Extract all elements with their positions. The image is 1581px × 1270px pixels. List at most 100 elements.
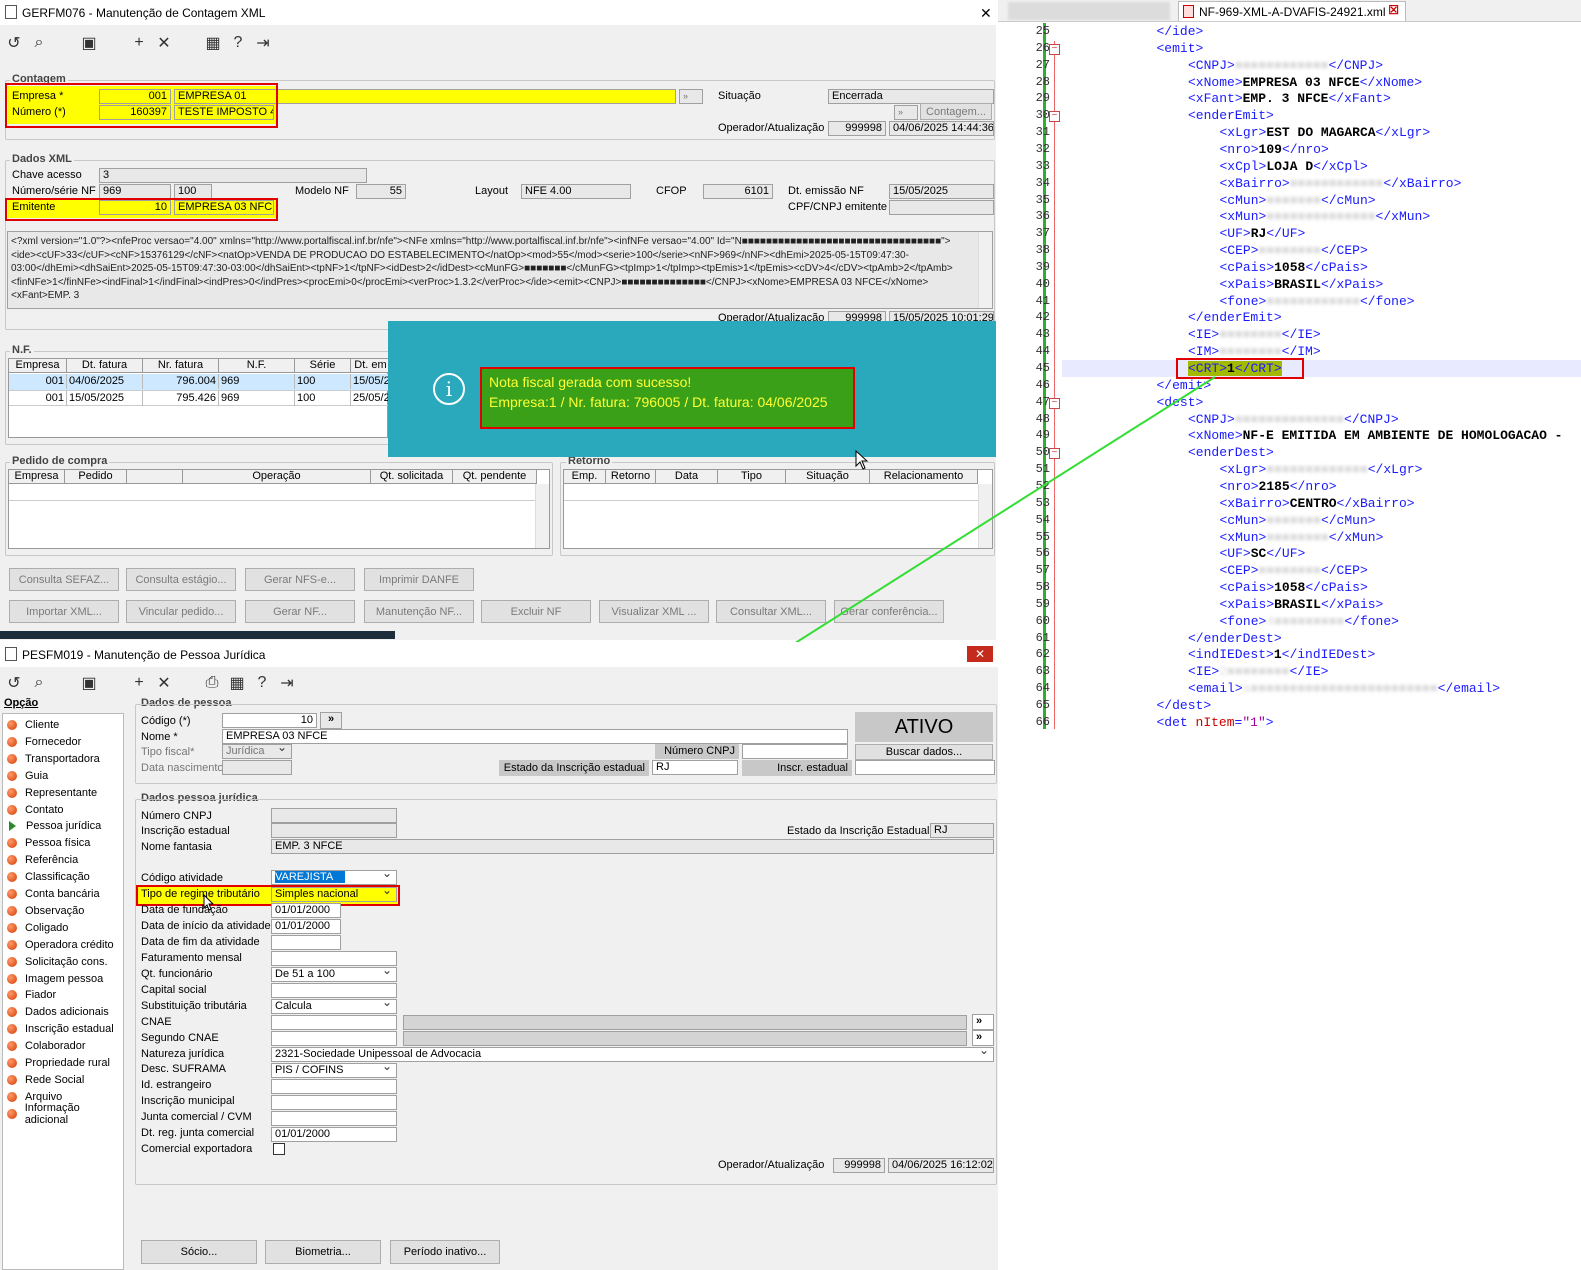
table-row[interactable]: 001 15/05/2025 795.426 969 100 25/05/2 xyxy=(9,390,391,406)
sidebar-item[interactable]: Transportadora xyxy=(7,751,100,767)
pedido-col-pedido[interactable]: Pedido xyxy=(65,470,127,484)
dt-junta-field[interactable]: 01/01/2000 xyxy=(271,1127,397,1142)
sidebar-item[interactable]: Pessoa jurídica xyxy=(7,818,101,834)
gerar-conferencia-button[interactable]: Gerar conferência... xyxy=(834,600,944,623)
nf-col-dtfatura[interactable]: Dt. fatura xyxy=(67,359,143,373)
data-fim-field[interactable] xyxy=(271,935,341,950)
undo-icon[interactable]: ↺ xyxy=(3,32,25,54)
retorno-scrollbar[interactable] xyxy=(978,484,992,548)
comercial-exp-checkbox[interactable] xyxy=(273,1143,285,1155)
help-icon[interactable]: ? xyxy=(251,672,273,694)
consultar-xml-button[interactable]: Consultar XML... xyxy=(716,600,826,623)
calendar-icon[interactable]: ▦ xyxy=(202,32,224,54)
save-icon[interactable]: ▣ xyxy=(78,672,100,694)
nome-field[interactable]: EMPRESA 03 NFCE xyxy=(222,729,848,744)
sidebar-item[interactable]: Solicitação cons. xyxy=(7,954,108,970)
fold-icon[interactable]: − xyxy=(1049,448,1060,460)
nf-col-nf[interactable]: N.F. xyxy=(219,359,295,373)
codigo-atividade-select[interactable]: VAREJISTA xyxy=(271,870,397,885)
sidebar-item[interactable]: Colaborador xyxy=(7,1038,86,1054)
retorno-col-relacionamento[interactable]: Relacionamento xyxy=(870,470,978,484)
sidebar-item[interactable]: Imagem pessoa xyxy=(7,971,103,987)
calendar-icon[interactable]: ▦ xyxy=(226,672,248,694)
table-row[interactable]: 001 04/06/2025 796.004 969 100 15/05/2 xyxy=(9,374,391,390)
delete-icon[interactable]: ✕ xyxy=(153,672,175,694)
subst-select[interactable]: Calcula xyxy=(271,999,397,1014)
data-fundacao-field[interactable]: 01/01/2000 xyxy=(271,903,341,918)
add-icon[interactable]: + xyxy=(128,32,150,54)
fold-icon[interactable]: − xyxy=(1049,43,1060,55)
biometria-button[interactable]: Biometria... xyxy=(265,1240,381,1264)
segundo-cnae-field[interactable] xyxy=(271,1031,397,1046)
tipo-fiscal-select[interactable]: Jurídica xyxy=(222,744,292,759)
cnae-lookup-button[interactable]: » xyxy=(972,1014,994,1030)
vincular-pedido-button[interactable]: Vincular pedido... xyxy=(126,600,236,623)
buscar-dados-button[interactable]: Buscar dados... xyxy=(855,744,993,760)
exit-icon[interactable]: ⇥ xyxy=(276,672,298,694)
consulta-sefaz-button[interactable]: Consulta SEFAZ... xyxy=(9,568,119,591)
socio-button[interactable]: Sócio... xyxy=(141,1240,257,1264)
sidebar-item[interactable]: Informação adicional xyxy=(7,1102,123,1126)
insc-municipal-field[interactable] xyxy=(271,1095,397,1110)
sidebar-item[interactable]: Guia xyxy=(7,768,48,784)
close-button[interactable]: ✕ xyxy=(980,5,992,22)
search-icon[interactable]: ⌕ xyxy=(28,672,50,694)
add-icon[interactable]: + xyxy=(128,672,150,694)
sidebar-item[interactable]: Contato xyxy=(7,802,64,818)
periodo-inativo-button[interactable]: Período inativo... xyxy=(390,1240,500,1264)
lookup-button[interactable]: » xyxy=(679,89,703,104)
excluir-nf-button[interactable]: Excluir NF xyxy=(481,600,591,623)
sidebar-item[interactable]: Rede Social xyxy=(7,1072,84,1088)
nf-col-serie[interactable]: Série xyxy=(295,359,351,373)
print-icon[interactable]: ⎙ xyxy=(201,672,223,694)
xml-textarea[interactable]: <?xml version="1.0"?><nfeProc versao="4.… xyxy=(7,231,993,309)
importar-xml-button[interactable]: Importar XML... xyxy=(9,600,119,623)
active-tab[interactable]: NF-969-XML-A-DVAFIS-24921.xml ☒ xyxy=(1178,1,1406,21)
search-icon[interactable]: ⌕ xyxy=(28,32,50,54)
codigo-field[interactable]: 10 xyxy=(222,713,317,728)
help-icon[interactable]: ? xyxy=(227,32,249,54)
sidebar-item[interactable]: Pessoa física xyxy=(7,835,90,851)
pedido-col-blank[interactable] xyxy=(127,470,183,484)
manutencao-nf-button[interactable]: Manutenção NF... xyxy=(364,600,474,623)
fold-icon[interactable]: − xyxy=(1049,111,1060,123)
retorno-col-tipo[interactable]: Tipo xyxy=(718,470,786,484)
nf-col-nrfatura[interactable]: Nr. fatura xyxy=(143,359,219,373)
segundo-cnae-lookup-button[interactable]: » xyxy=(972,1030,994,1046)
retorno-col-data[interactable]: Data xyxy=(656,470,718,484)
estado-ie-field[interactable]: RJ xyxy=(652,760,738,775)
table-row[interactable] xyxy=(9,485,537,501)
sidebar-item[interactable]: Fiador xyxy=(7,987,56,1003)
id-estrangeiro-field[interactable] xyxy=(271,1079,397,1094)
nf-col-dtem[interactable]: Dt. em xyxy=(351,359,391,373)
exit-icon[interactable]: ⇥ xyxy=(252,32,274,54)
delete-icon[interactable]: ✕ xyxy=(153,32,175,54)
visualizar-xml-button[interactable]: Visualizar XML ... xyxy=(599,600,709,623)
table-row[interactable] xyxy=(564,485,978,501)
nf-col-empresa[interactable]: Empresa xyxy=(9,359,67,373)
sidebar-item[interactable]: Observação xyxy=(7,903,84,919)
sidebar-item[interactable]: Cliente xyxy=(7,717,59,733)
data-inicio-field[interactable]: 01/01/2000 xyxy=(271,919,341,934)
undo-icon[interactable]: ↺ xyxy=(3,672,25,694)
inactive-tab[interactable] xyxy=(1008,2,1170,20)
sidebar-item[interactable]: Conta bancária xyxy=(7,886,100,902)
retorno-col-emp[interactable]: Emp. xyxy=(564,470,606,484)
sidebar-item[interactable]: Coligado xyxy=(7,920,68,936)
nf-grid[interactable]: Empresa Dt. fatura Nr. fatura N.F. Série… xyxy=(8,358,391,438)
sidebar-item[interactable]: Classificação xyxy=(7,869,90,885)
inscr-estadual-field[interactable] xyxy=(855,760,995,775)
xml-scrollbar[interactable] xyxy=(978,232,992,308)
consulta-estagio-button[interactable]: Consulta estágio... xyxy=(126,568,236,591)
numero-cnpj-field[interactable] xyxy=(742,744,848,759)
contagem-button[interactable]: Contagem... xyxy=(920,103,992,120)
codigo-lookup-button[interactable]: » xyxy=(320,712,342,729)
pedido-col-empresa[interactable]: Empresa xyxy=(9,470,65,484)
pedido-col-qtpend[interactable]: Qt. pendente xyxy=(453,470,537,484)
contagem-lookup-button[interactable]: » xyxy=(894,105,918,120)
pedido-col-qtsol[interactable]: Qt. solicitada xyxy=(371,470,453,484)
imprimir-danfe-button[interactable]: Imprimir DANFE xyxy=(364,568,474,591)
save-icon[interactable]: ▣ xyxy=(78,32,100,54)
pedido-grid[interactable]: Empresa Pedido Operação Qt. solicitada Q… xyxy=(8,469,550,549)
capital-field[interactable] xyxy=(271,983,397,998)
